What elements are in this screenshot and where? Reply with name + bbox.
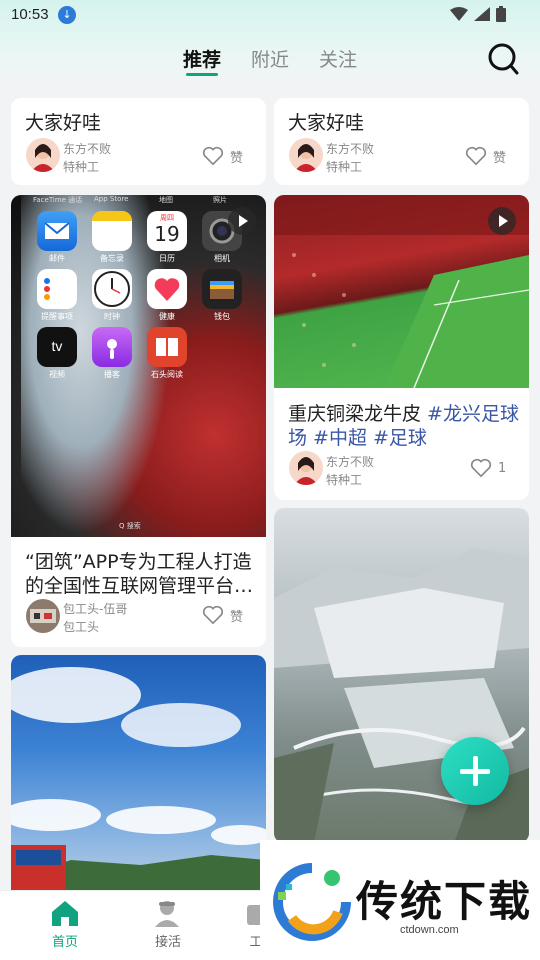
- reminders-app-icon: [37, 269, 77, 309]
- author-name: 包工头-伍哥: [63, 602, 128, 616]
- heart-icon: [470, 458, 492, 478]
- like-label: 赞: [493, 150, 507, 166]
- wallet-app-icon: [202, 269, 242, 309]
- like-button[interactable]: 赞: [465, 146, 506, 166]
- video-thumbnail[interactable]: [274, 195, 529, 388]
- health-app-icon: [147, 269, 187, 309]
- nav-home[interactable]: 首页: [35, 899, 95, 950]
- author-role: 特种工: [63, 160, 100, 174]
- home-top-label: 照片: [213, 196, 227, 204]
- card-title: 重庆铜梁龙牛皮 #龙兴足球场 #中超 #足球: [288, 402, 520, 450]
- like-button[interactable]: 1: [470, 458, 506, 478]
- author-role: 包工头: [63, 620, 100, 634]
- tv-app-icon: tv: [37, 327, 77, 367]
- clock-app-icon: [92, 269, 132, 309]
- heart-icon: [465, 146, 487, 166]
- tab-following[interactable]: 关注: [319, 45, 357, 72]
- home-top-label: 地图: [159, 196, 173, 204]
- search-icon[interactable]: [487, 42, 519, 76]
- author-name: 东方不败: [326, 142, 375, 156]
- feed-card[interactable]: 大家好哇 东方不败 特种工 赞: [274, 98, 529, 185]
- feed-card[interactable]: FaceTime 通话 App Store 地图 照片 周四 19 邮件 备忘录…: [11, 195, 266, 647]
- watermark: 传统下载 ctdown.com: [260, 840, 540, 960]
- system-icons: [450, 6, 506, 22]
- tab-nearby[interactable]: 附近: [251, 45, 289, 72]
- heart-icon: [202, 605, 224, 625]
- play-icon: [488, 207, 516, 235]
- post-image[interactable]: [11, 655, 266, 890]
- title-text: 重庆铜梁龙牛皮: [288, 403, 428, 425]
- watermark-url: ctdown.com: [400, 924, 459, 936]
- active-tab-indicator: [186, 73, 218, 76]
- like-label: 赞: [230, 150, 244, 166]
- search-hint: Q 搜索: [119, 522, 141, 530]
- author-role: 特种工: [326, 473, 363, 487]
- video-thumbnail[interactable]: FaceTime 通话 App Store 地图 照片 周四 19 邮件 备忘录…: [11, 195, 266, 537]
- home-top-label: FaceTime 通话: [33, 196, 83, 204]
- calendar-app-icon: 周四 19: [147, 211, 187, 251]
- like-button[interactable]: 赞: [202, 605, 243, 625]
- notes-app-icon: [92, 211, 132, 251]
- avatar: [289, 451, 323, 485]
- author-name: 东方不败: [326, 455, 375, 469]
- like-button[interactable]: 赞: [202, 146, 243, 166]
- add-post-button[interactable]: [441, 737, 509, 805]
- wifi-icon: [450, 7, 468, 21]
- like-count: 1: [498, 460, 507, 476]
- avatar: [26, 599, 60, 633]
- top-tabs: 推荐 附近 关注: [0, 45, 540, 85]
- feed-card[interactable]: 大家好哇 东方不败 特种工 赞: [11, 98, 266, 185]
- watermark-title: 传统下载: [356, 877, 533, 926]
- worker-icon: [155, 901, 179, 927]
- heart-icon: [202, 146, 224, 166]
- avatar: [289, 138, 323, 172]
- nav-jobs[interactable]: 接活: [138, 899, 198, 950]
- feed-card[interactable]: 重庆铜梁龙牛皮 #龙兴足球场 #中超 #足球 东方不败 特种工 1: [274, 195, 529, 500]
- mail-app-icon: [37, 211, 77, 251]
- tab-recommend[interactable]: 推荐: [183, 45, 221, 72]
- author-role: 特种工: [326, 160, 363, 174]
- battery-icon: [496, 6, 506, 22]
- like-label: 赞: [230, 609, 244, 625]
- home-icon: [52, 901, 78, 926]
- nav-label: 首页: [51, 935, 78, 950]
- feed-card[interactable]: [11, 655, 266, 890]
- book-app-icon: [147, 327, 187, 367]
- card-title: 大家好哇: [25, 112, 102, 134]
- status-bar: 10:53 ↓: [0, 0, 540, 32]
- avatar: [26, 138, 60, 172]
- author-name: 东方不败: [63, 142, 112, 156]
- nav-label: 接活: [154, 935, 181, 950]
- card-title: 大家好哇: [288, 112, 365, 134]
- home-top-label: App Store: [94, 195, 129, 203]
- download-icon: ↓: [58, 6, 76, 24]
- signal-icon: [474, 7, 490, 21]
- podcasts-app-icon: [92, 327, 132, 367]
- play-icon: [228, 207, 256, 235]
- card-title: “团筑”APP专为工程人打造的全国性互联网管理平台…: [25, 551, 254, 597]
- status-time: 10:53: [11, 6, 49, 23]
- watermark-logo: [273, 863, 351, 941]
